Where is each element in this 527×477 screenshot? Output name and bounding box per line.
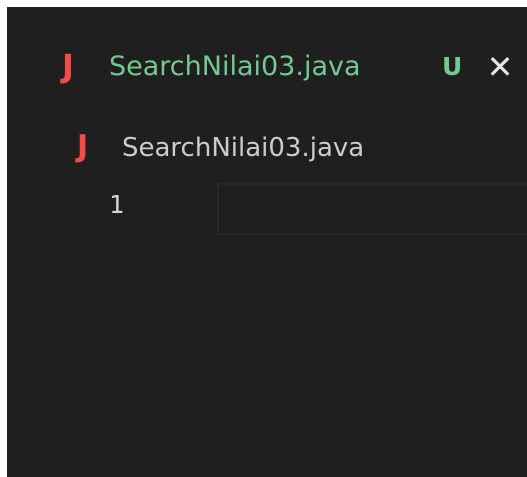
close-icon[interactable]: ✕	[485, 47, 515, 87]
editor-tab[interactable]: J SearchNilai03.java U ✕	[7, 7, 527, 107]
current-line-highlight[interactable]	[217, 183, 527, 235]
code-editor[interactable]: 1	[7, 177, 527, 477]
java-file-icon: J	[62, 47, 74, 85]
tab-title[interactable]: SearchNilai03.java	[109, 47, 361, 87]
line-number: 1	[109, 190, 125, 219]
java-file-icon: J	[77, 129, 89, 164]
editor-window: J SearchNilai03.java U ✕ J SearchNilai03…	[7, 7, 527, 477]
breadcrumb-file-label[interactable]: SearchNilai03.java	[122, 128, 364, 168]
untracked-status-badge: U	[442, 52, 463, 81]
